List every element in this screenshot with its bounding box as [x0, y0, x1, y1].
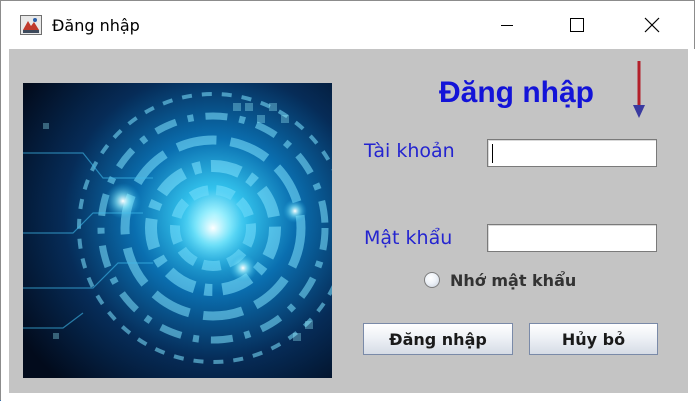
username-label: Tài khoản [364, 140, 455, 162]
password-label: Mật khẩu [364, 227, 453, 249]
minimize-icon [501, 25, 513, 26]
maximize-button[interactable] [546, 1, 608, 49]
text-caret [492, 144, 493, 163]
cancel-button[interactable]: Hủy bỏ [529, 323, 658, 355]
close-button[interactable] [621, 1, 683, 49]
down-arrow-icon [633, 61, 645, 118]
window-border-left [1, 49, 9, 401]
maximize-icon [570, 18, 584, 32]
login-button[interactable]: Đăng nhập [363, 323, 513, 355]
login-window: Đăng nhập Đăng nhập Tài khoản Mật khẩu N… [0, 0, 695, 401]
java-app-icon [20, 15, 42, 35]
minimize-button[interactable] [476, 1, 538, 49]
login-heading: Đăng nhập [439, 76, 594, 109]
username-input[interactable] [487, 139, 657, 167]
title-bar[interactable]: Đăng nhập [1, 1, 694, 49]
remember-password-radio[interactable] [424, 272, 440, 288]
abstract-tech-circle-image [23, 83, 332, 378]
password-input[interactable] [487, 224, 657, 252]
window-title: Đăng nhập [52, 16, 140, 35]
window-border-right [688, 49, 695, 401]
remember-password-label: Nhớ mật khẩu [450, 270, 577, 290]
remember-password-option[interactable]: Nhớ mật khẩu [424, 270, 576, 290]
close-icon [644, 17, 660, 33]
